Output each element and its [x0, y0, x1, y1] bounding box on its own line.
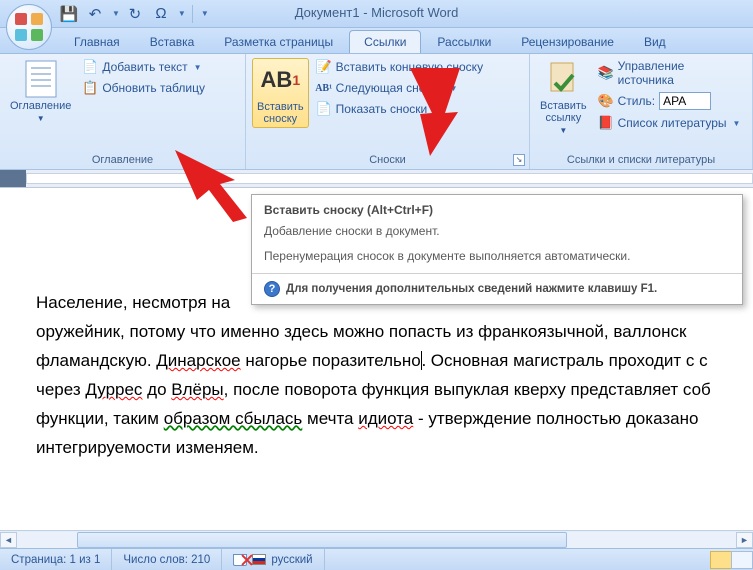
horizontal-scrollbar[interactable]: ◄ ► [0, 530, 753, 548]
error-x-icon [240, 553, 254, 567]
screentip-title: Вставить сноску (Alt+Ctrl+F) [252, 195, 742, 223]
undo-icon[interactable]: ↶ [84, 3, 106, 25]
scroll-left-button[interactable]: ◄ [0, 532, 17, 548]
screentip-line2: Перенумерация сносок в документе выполня… [264, 248, 730, 265]
manage-sources-icon: 📚 [598, 65, 614, 81]
bibliography-dropdown-icon: ▼ [733, 119, 741, 128]
status-word-count[interactable]: Число слов: 210 [112, 549, 222, 570]
symbol-icon[interactable]: Ω [150, 3, 172, 25]
annotation-arrow-left [175, 150, 255, 222]
insert-endnote-icon: 📝 [316, 59, 332, 75]
undo-dropdown-icon[interactable]: ▼ [112, 9, 120, 18]
view-full-screen[interactable] [731, 551, 753, 569]
ribbon: Оглавление ▼ 📄 Добавить текст ▼ 📋 Обнови… [0, 54, 753, 170]
tab-insert[interactable]: Вставка [136, 31, 209, 53]
style-icon: 🎨 [598, 93, 614, 109]
save-icon[interactable]: 💾 [58, 3, 80, 25]
window-title: Документ1 - Microsoft Word [295, 5, 459, 20]
insert-footnote-icon: AB1 [261, 61, 299, 99]
toc-label: Оглавление [10, 100, 71, 112]
info-icon: ? [264, 281, 280, 297]
style-field[interactable] [659, 92, 711, 110]
manage-sources-button[interactable]: 📚 Управление источника [595, 58, 746, 88]
insert-citation-label: Вставитьссылку [540, 100, 587, 124]
bibliography-button[interactable]: 📕 Список литературы ▼ [595, 114, 746, 132]
group-footnotes: AB1 Вставитьсноску 📝 Вставить концевую с… [246, 54, 530, 169]
scroll-track[interactable] [17, 532, 736, 548]
tab-view[interactable]: Вид [630, 31, 680, 53]
group-citations-label: Ссылки и списки литературы [536, 152, 746, 169]
view-print-layout[interactable] [710, 551, 732, 569]
next-footnote-icon: AB¹ [316, 80, 332, 96]
group-footnotes-label: Сноски [252, 152, 523, 169]
title-bar: 💾 ↶ ▼ ↻ Ω ▼ ▼ Документ1 - Microsoft Word [0, 0, 753, 28]
tab-references[interactable]: Ссылки [349, 30, 421, 53]
status-language-label: русский [271, 554, 312, 566]
ribbon-tabs: Главная Вставка Разметка страницы Ссылки… [0, 28, 753, 54]
manage-sources-label: Управление источника [618, 59, 743, 87]
add-text-button[interactable]: 📄 Добавить текст ▼ [79, 58, 208, 76]
bibliography-icon: 📕 [598, 115, 614, 131]
style-selector[interactable]: 🎨 Стиль: [595, 91, 746, 111]
toc-icon [22, 60, 60, 98]
quick-access-toolbar: 💾 ↶ ▼ ↻ Ω ▼ ▼ [58, 0, 209, 27]
qat-customize-icon[interactable]: ▼ [201, 9, 209, 18]
toc-button[interactable]: Оглавление ▼ [6, 58, 75, 125]
redo-icon[interactable]: ↻ [124, 3, 146, 25]
add-text-dropdown-icon: ▼ [194, 63, 202, 72]
update-table-icon: 📋 [82, 80, 98, 96]
screentip: Вставить сноску (Alt+Ctrl+F) Добавление … [251, 194, 743, 305]
tab-page-layout[interactable]: Разметка страницы [210, 31, 347, 53]
add-text-icon: 📄 [82, 59, 98, 75]
insert-footnote-label: Вставитьсноску [257, 101, 304, 125]
office-logo-icon [15, 13, 43, 41]
status-page[interactable]: Страница: 1 из 1 [0, 549, 112, 570]
group-citations: Вставитьссылку ▼ 📚 Управление источника … [530, 54, 753, 169]
bibliography-label: Список литературы [618, 116, 727, 130]
update-table-button[interactable]: 📋 Обновить таблицу [79, 79, 208, 97]
scroll-right-button[interactable]: ► [736, 532, 753, 548]
toc-dropdown-icon: ▼ [37, 114, 45, 123]
tab-review[interactable]: Рецензирование [507, 31, 628, 53]
update-table-label: Обновить таблицу [102, 81, 205, 95]
footnotes-dialog-launcher[interactable]: ↘ [513, 154, 525, 166]
insert-footnote-button[interactable]: AB1 Вставитьсноску [252, 58, 309, 128]
screentip-help: Для получения дополнительных сведений на… [286, 283, 657, 295]
screentip-line1: Добавление сноски в документ. [264, 223, 730, 240]
status-language[interactable]: русский [222, 549, 324, 570]
office-button[interactable] [6, 4, 52, 50]
show-notes-icon: 📄 [316, 101, 332, 117]
insert-citation-icon [544, 60, 582, 98]
symbol-dropdown-icon[interactable]: ▼ [178, 9, 186, 18]
style-label: Стиль: [618, 94, 655, 108]
status-bar: Страница: 1 из 1 Число слов: 210 русский [0, 548, 753, 570]
horizontal-ruler[interactable] [0, 170, 753, 188]
annotation-arrow-right [400, 68, 470, 158]
add-text-label: Добавить текст [102, 60, 187, 74]
flag-ru-icon [252, 554, 266, 565]
insert-citation-button[interactable]: Вставитьссылку ▼ [536, 58, 591, 137]
tab-mailings[interactable]: Рассылки [423, 31, 505, 53]
insert-citation-dropdown-icon: ▼ [559, 126, 567, 135]
tab-home[interactable]: Главная [60, 31, 134, 53]
scroll-thumb[interactable] [77, 532, 567, 548]
